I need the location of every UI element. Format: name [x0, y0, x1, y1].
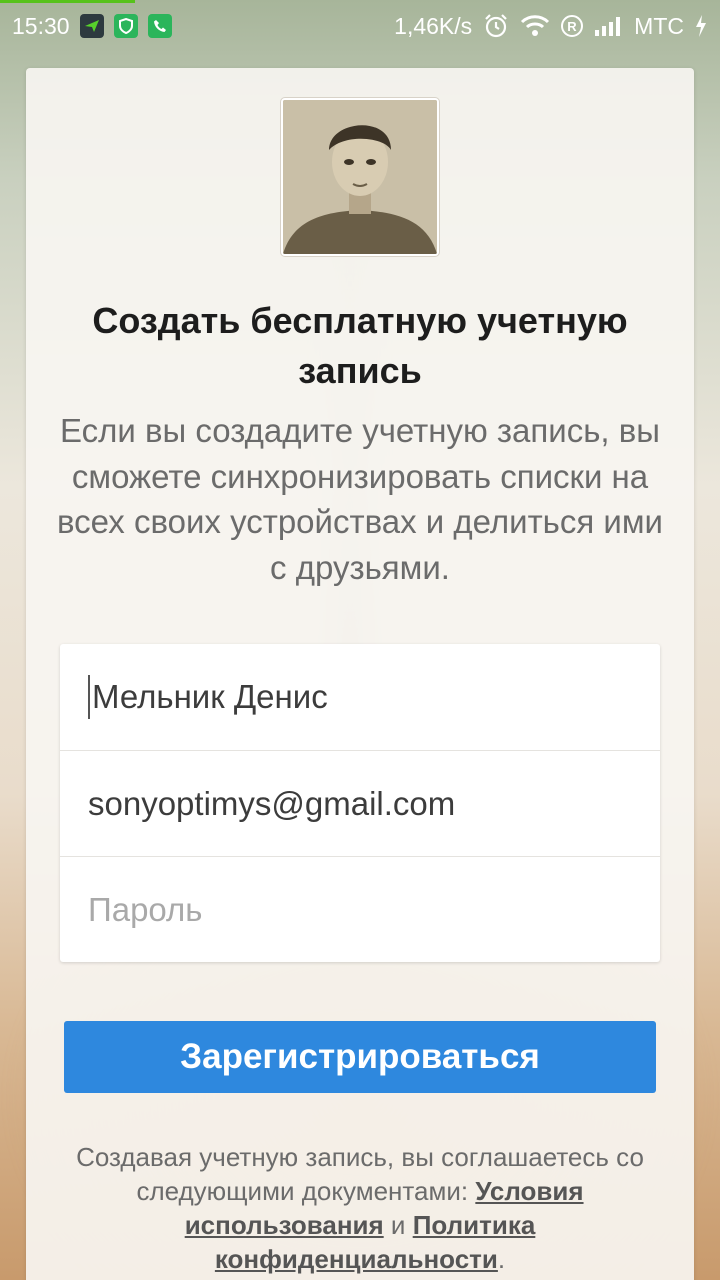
status-right: 1,46K/s R МТС: [394, 12, 708, 40]
email-field[interactable]: sonyoptimys@gmail.com: [60, 750, 660, 856]
text-cursor: [88, 675, 90, 719]
legal-notice: Создавая учетную запись, вы соглашаетесь…: [56, 1140, 664, 1276]
registered-icon: R: [560, 14, 584, 38]
alarm-icon: [482, 12, 510, 40]
network-speed: 1,46K/s: [394, 12, 473, 39]
carrier-name: МТС: [634, 12, 684, 39]
signup-card: Создать бесплатную учетную запись Если в…: [26, 68, 694, 1280]
avatar[interactable]: [281, 98, 439, 256]
shield-icon: [113, 14, 138, 38]
signup-form: Мельник Денис sonyoptimys@gmail.com Паро…: [60, 644, 660, 962]
email-field-value: sonyoptimys@gmail.com: [88, 784, 456, 822]
svg-text:R: R: [567, 19, 577, 34]
password-field[interactable]: Пароль: [60, 856, 660, 962]
app-arrow-icon: [79, 14, 104, 38]
phone-icon: [147, 14, 172, 38]
charging-icon: [694, 14, 708, 38]
legal-and: и: [390, 1210, 406, 1240]
status-bar: 15:30 1,46K/s R МТС: [0, 0, 720, 52]
page-title: Создать бесплатную учетную запись: [92, 300, 628, 391]
password-field-placeholder: Пароль: [88, 890, 203, 928]
status-time: 15:30: [12, 12, 70, 39]
status-left: 15:30: [12, 13, 172, 40]
wifi-icon: [520, 14, 550, 38]
page-subtitle: Если вы создадите учетную запись, вы смо…: [57, 412, 663, 586]
legal-period: .: [497, 1244, 506, 1274]
signal-icon: [594, 15, 624, 37]
register-button[interactable]: Зарегистрироваться: [64, 1021, 656, 1093]
name-field-value: Мельник Денис: [92, 678, 328, 715]
name-field[interactable]: Мельник Денис: [60, 644, 660, 750]
